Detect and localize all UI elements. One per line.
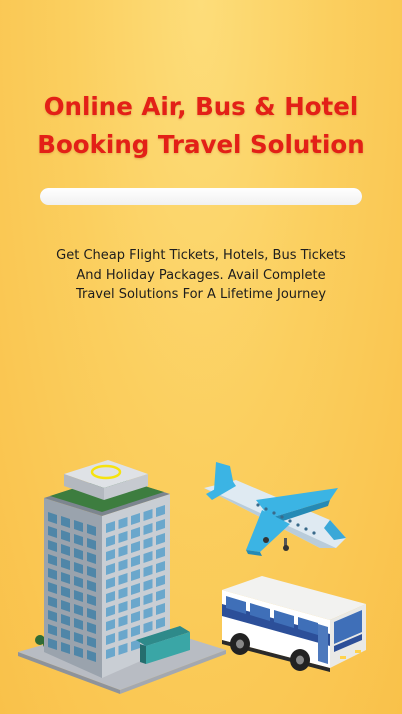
loading-progress-fill (40, 188, 362, 205)
splash-title-line-2: Booking Travel Solution (37, 130, 365, 159)
travel-illustration (18, 460, 366, 694)
splash-description: Get Cheap Flight Tickets, Hotels, Bus Ti… (0, 246, 402, 305)
bus-icon (222, 576, 366, 672)
splash-description-line-2: And Holiday Packages. Avail Complete (76, 267, 326, 283)
loading-progress-bar (40, 188, 362, 205)
splash-description-line-3: Travel Solutions For A Lifetime Journey (75, 287, 327, 302)
hotel-building-icon (18, 460, 226, 694)
airplane-icon (204, 462, 346, 556)
splash-description-line-1: Get Cheap Flight Tickets, Hotels, Bus Ti… (56, 248, 346, 263)
splash-title-line-1: Online Air, Bus & Hotel (43, 92, 359, 121)
splash-title: Online Air, Bus & Hotel Booking Travel S… (0, 88, 402, 164)
